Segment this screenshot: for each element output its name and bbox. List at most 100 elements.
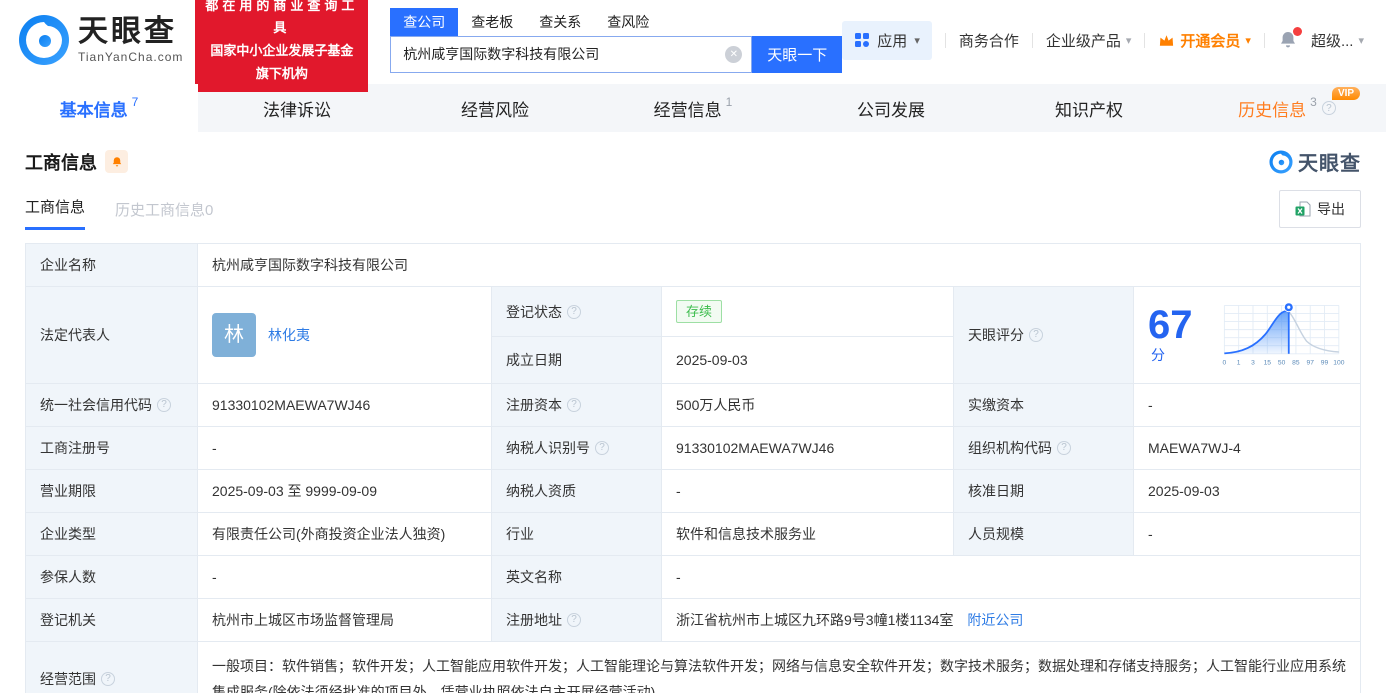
clear-search-icon[interactable]: ✕ [725,45,743,63]
divider [1144,32,1146,48]
score-number: 67 [1148,303,1193,347]
business-scope-text: 一般项目：软件销售；软件开发；人工智能应用软件开发；人工智能理论与算法软件开发；… [212,658,1346,693]
export-button-label: 导出 [1317,201,1345,217]
field-reg-address-label: 注册地址? [491,598,662,642]
divider [1031,32,1033,48]
notifications-bell[interactable] [1278,27,1302,50]
menu-apps[interactable]: 应用 ▾ [842,20,932,60]
field-org-code-label: 组织机构代码? [953,426,1134,470]
excel-export-icon [1295,201,1311,217]
menu-cooperation[interactable]: 商务合作 [959,30,1019,51]
field-business-term-value: 2025-09-03 至 9999-09-09 [197,469,492,513]
field-approval-date-label: 核准日期 [953,469,1134,513]
field-company-name-label: 企业名称 [25,243,198,287]
help-icon[interactable]: ? [1321,101,1336,115]
table-row: 企业类型 有限责任公司(外商投资企业法人独资) 行业 软件和信息技术服务业 人员… [25,512,1361,556]
field-english-name-label: 英文名称 [491,555,662,599]
field-legal-rep-value: 林 林化夷 [197,286,492,384]
search-tab-boss[interactable]: 查老板 [458,8,526,36]
search-tab-risk[interactable]: 查风险 [594,8,662,36]
avatar[interactable]: 林 [212,313,256,357]
field-reg-capital-label: 注册资本? [491,383,662,427]
field-paid-capital-label: 实缴资本 [953,383,1134,427]
business-info-subtabs: 工商信息 历史工商信息0 导出 [25,190,1361,230]
field-reg-authority-label: 登记机关 [25,598,198,642]
menu-apps-label: 应用 [877,32,908,50]
field-company-name-value: 杭州咸亨国际数字科技有限公司 [197,243,1361,287]
menu-enterprise-products[interactable]: 企业级产品 ▾ [1046,30,1132,51]
help-icon[interactable]: ? [567,613,581,627]
search-input[interactable] [390,35,753,73]
score-unit: 分 [1151,347,1165,363]
search-tab-relation[interactable]: 查关系 [526,8,594,36]
top-header: 天眼查 TianYanCha.com 都在用的商业查询工具 国家中小企业发展子基… [0,0,1386,92]
svg-text:3: 3 [1251,360,1255,367]
tab-legal-litigation[interactable]: 法律诉讼 [198,84,396,132]
search-tab-company[interactable]: 查公司 [390,7,459,36]
tianyancha-logo[interactable]: 天眼查 TianYanCha.com [18,14,183,66]
business-info-table: 企业名称 杭州咸亨国际数字科技有限公司 法定代表人 林 林化夷 登记状态? 存续 [25,243,1361,693]
field-reg-number-value: - [197,426,492,470]
svg-text:97: 97 [1306,360,1314,367]
menu-open-vip[interactable]: 开通会员 ▾ [1158,30,1251,51]
field-staff-size-value: - [1133,512,1361,556]
field-establish-date-label: 成立日期 [491,336,662,384]
menu-super-vip-label: 超级... [1310,32,1354,50]
table-row: 企业名称 杭州咸亨国际数字科技有限公司 [25,243,1361,287]
watermark-logo: 天眼查 [1269,147,1361,176]
crown-icon [1160,34,1174,46]
help-icon[interactable]: ? [567,398,581,412]
help-icon[interactable]: ? [1057,441,1071,455]
field-score-value: 67分 0 1 3 15 50 85 97 99 100 [1133,286,1361,384]
export-button[interactable]: 导出 [1279,190,1361,228]
tab-intellectual-property[interactable]: 知识产权 [990,84,1188,132]
tab-operating-info-label: 经营信息 [653,100,722,120]
chevron-down-icon: ▾ [1358,34,1364,47]
tab-operating-info[interactable]: 经营信息 1 [594,84,792,132]
subtab-business-info[interactable]: 工商信息 [25,196,86,230]
chevron-down-icon: ▾ [914,34,920,47]
tab-basic-info[interactable]: 基本信息 7 [0,84,198,132]
subtab-history-business-info[interactable]: 历史工商信息0 [115,199,213,230]
table-row: 法定代表人 林 林化夷 登记状态? 存续 天眼评分? 67分 0 1 3 15 … [25,285,1361,384]
nearby-companies-link[interactable]: 附近公司 [967,612,1023,628]
menu-super-vip[interactable]: 超级... ▾ [1311,30,1364,51]
watermark-text: 天眼查 [1298,153,1361,175]
notification-dot [1292,27,1302,36]
tab-operating-risk[interactable]: 经营风险 [396,84,594,132]
field-taxpayer-quality-label: 纳税人资质 [491,469,662,513]
tab-operating-risk-label: 经营风险 [461,100,529,120]
svg-text:50: 50 [1278,360,1286,367]
field-business-term-label: 营业期限 [25,469,198,513]
field-reg-number-label: 工商注册号 [25,426,198,470]
search-button[interactable]: 天眼一下 [752,35,843,73]
field-org-code-value: MAEWA7WJ-4 [1133,426,1361,470]
field-english-name-value: - [661,555,1361,599]
slogan-line2: 国家中小企业发展子基金旗下机构 [210,43,354,81]
tab-history-info[interactable]: VIP 历史信息 3 ? [1188,84,1386,132]
slogan-line1: 都在用的商业查询工具 [205,0,359,36]
chevron-down-icon: ▾ [1245,34,1251,47]
help-icon[interactable]: ? [595,441,609,455]
tab-legal-litigation-label: 法律诉讼 [263,100,331,120]
help-icon[interactable]: ? [157,398,171,412]
help-icon[interactable]: ? [101,672,115,686]
score-distribution-chart: 0 1 3 15 50 85 97 99 100 [1222,302,1345,367]
help-icon[interactable]: ? [1029,328,1043,342]
tab-company-development[interactable]: 公司发展 [792,84,990,132]
app-grid-icon [855,33,870,47]
field-reg-status-label: 登记状态? [491,285,662,338]
field-business-scope-label: 经营范围? [25,641,198,693]
subscribe-bell-button[interactable] [105,150,128,173]
logo-domain: TianYanCha.com [78,49,184,64]
logo-title: 天眼查 [78,14,177,48]
table-row: 统一社会信用代码? 91330102MAEWA7WJ46 注册资本? 500万人… [25,383,1361,427]
menu-enterprise-label: 企业级产品 [1045,32,1121,50]
search-area: 查公司 查老板 查关系 查风险 ✕ 天眼一下 [390,7,843,73]
help-icon[interactable]: ? [567,304,581,319]
legal-rep-link[interactable]: 林化夷 [268,325,310,345]
search-tabs: 查公司 查老板 查关系 查风险 [390,7,842,36]
field-credit-code-value: 91330102MAEWA7WJ46 [197,383,492,427]
section-title: 工商信息 [25,152,97,173]
svg-text:100: 100 [1333,360,1344,367]
